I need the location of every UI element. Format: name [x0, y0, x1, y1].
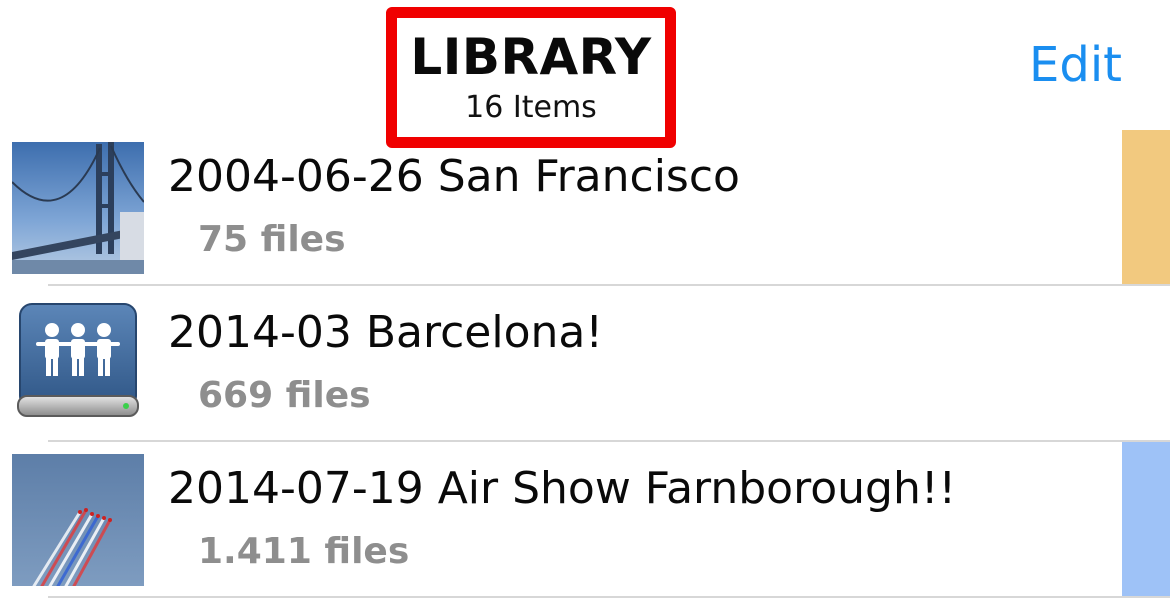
title-highlight-box: LIBRARY 16 Items — [386, 7, 676, 148]
list-item-file-count: 75 files — [198, 219, 346, 260]
edit-button[interactable]: Edit — [1029, 36, 1122, 94]
library-list: 2004-06-26 San Francisco 75 files 2014-0… — [0, 130, 1170, 598]
list-item-title: 2014-07-19 Air Show Farnborough!! — [168, 463, 957, 514]
list-item-title: 2004-06-26 San Francisco — [168, 151, 740, 202]
library-screen: LIBRARY 16 Items Edit 2004-06-26 San Fra… — [0, 0, 1170, 607]
row-divider — [48, 596, 1170, 598]
list-item-title: 2014-03 Barcelona! — [168, 307, 603, 358]
list-item[interactable]: 2004-06-26 San Francisco 75 files — [0, 130, 1170, 286]
airshow-photo — [12, 454, 144, 586]
item-count: 16 Items — [465, 90, 597, 125]
nav-bar: LIBRARY 16 Items Edit — [0, 0, 1170, 148]
airshow-photo-thumbnail — [12, 454, 144, 586]
shared-drive-graphic — [17, 303, 139, 417]
shared-drive-icon — [12, 298, 144, 430]
list-item[interactable]: 2014-03 Barcelona! 669 files — [0, 286, 1170, 442]
bridge-photo — [12, 142, 144, 274]
list-item[interactable]: 2014-07-19 Air Show Farnborough!! 1.411 … — [0, 442, 1170, 598]
page-title: LIBRARY — [410, 28, 652, 86]
color-tag-strip — [1122, 442, 1170, 596]
color-tag-strip — [1122, 130, 1170, 284]
list-item-file-count: 669 files — [198, 375, 371, 416]
bridge-photo-thumbnail — [12, 142, 144, 274]
list-item-file-count: 1.411 files — [198, 531, 410, 572]
